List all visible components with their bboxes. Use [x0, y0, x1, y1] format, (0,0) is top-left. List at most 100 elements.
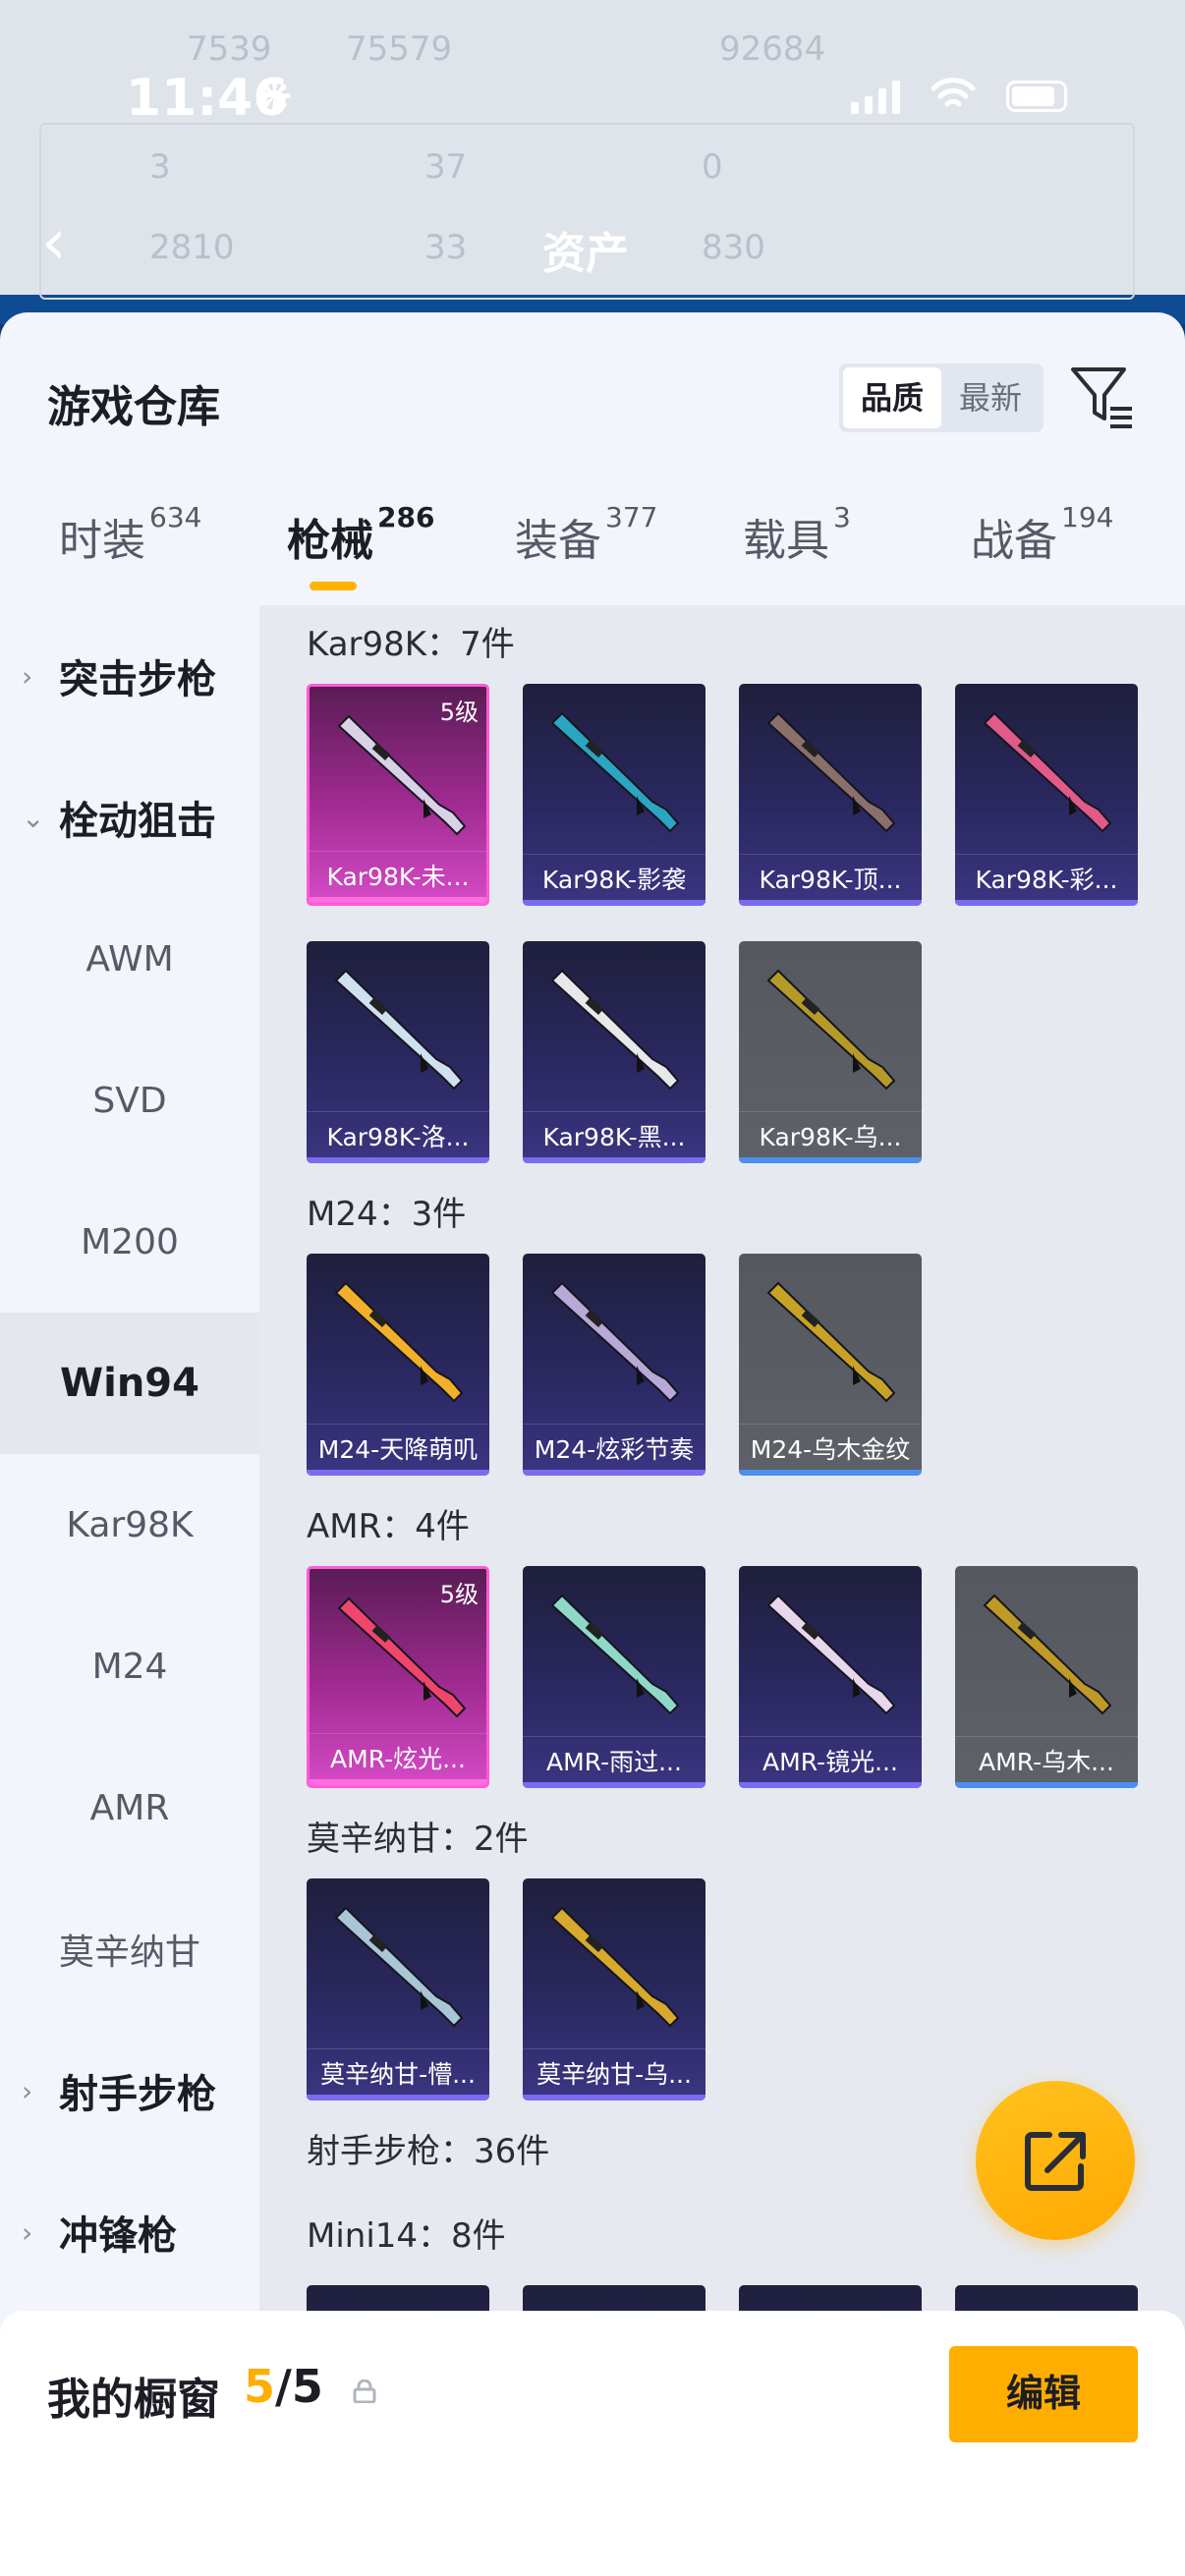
rarity-bar — [739, 1782, 922, 1788]
tab-guns[interactable]: 枪械 286 — [287, 501, 434, 568]
showcase-label: 我的橱窗 — [47, 2375, 220, 2425]
nav-label: 冲锋枪 — [59, 2213, 177, 2259]
rarity-bar — [310, 1779, 486, 1785]
background-header: 7539 75579 92684 3 37 0 2810 33 830 ‹ 资产… — [0, 0, 1185, 324]
item-name: 莫辛纳甘-懵... — [320, 2060, 476, 2089]
item-card[interactable]: 莫辛纳甘-懵... — [307, 1878, 489, 2100]
paw-icon: ❋ — [257, 73, 293, 121]
nav-group-smg[interactable]: › 冲锋枪 — [0, 2161, 259, 2303]
rarity-bar — [739, 900, 922, 906]
tab-vehicles[interactable]: 载具 3 — [743, 501, 851, 568]
tab-count: 377 — [605, 501, 658, 533]
tab-count: 194 — [1061, 501, 1114, 533]
showcase-count-total: /5 — [275, 2360, 323, 2413]
item-card[interactable]: AMR-镜光... — [739, 1566, 922, 1788]
share-fab-button[interactable] — [976, 2081, 1135, 2240]
rifle-icon — [337, 714, 467, 836]
level-badge: 5级 — [439, 1581, 479, 1608]
rifle-icon — [334, 1906, 464, 2028]
signal-icon — [851, 79, 900, 114]
rifle-icon — [550, 969, 680, 1091]
card-divider — [955, 854, 1138, 855]
filter-icon[interactable] — [1069, 364, 1134, 432]
nav-group-assault-rifles[interactable]: › 突击步枪 — [0, 605, 259, 747]
nav-item-svd[interactable]: SVD — [0, 1030, 259, 1171]
item-card[interactable]: M24-天降萌叽 — [307, 1254, 489, 1476]
bg-stat: 2810 — [149, 228, 235, 267]
item-name: Kar98K-影袭 — [541, 866, 687, 894]
nav-item-m24[interactable]: M24 — [0, 1596, 259, 1737]
item-card[interactable]: M24-乌木金纹 — [739, 1254, 922, 1476]
nav-item-awm[interactable]: AWM — [0, 888, 259, 1030]
edit-button[interactable]: 编辑 — [949, 2346, 1138, 2442]
tab-label: 战备 — [971, 516, 1057, 566]
rarity-bar — [523, 1470, 705, 1476]
rifle-icon — [983, 1594, 1112, 1715]
rarity-bar — [523, 1782, 705, 1788]
sort-newest-button[interactable]: 最新 — [941, 367, 1040, 428]
sort-quality-button[interactable]: 品质 — [843, 367, 941, 428]
card-divider — [955, 1736, 1138, 1737]
item-card[interactable]: Kar98K-影袭 — [523, 684, 705, 906]
rarity-bar — [523, 900, 705, 906]
sort-toggle: 品质 最新 — [839, 364, 1044, 432]
status-icons — [851, 77, 1067, 116]
nav-group-marksman[interactable]: › 射手步枪 — [0, 2020, 259, 2161]
rifle-icon — [334, 969, 464, 1091]
item-card[interactable]: Kar98K-顶... — [739, 684, 922, 906]
rifle-icon — [550, 711, 680, 833]
tab-supplies[interactable]: 战备 194 — [971, 501, 1113, 568]
item-card[interactable]: Kar98K-乌... — [739, 941, 922, 1163]
item-card[interactable]: AMR-炫光... 5级 — [307, 1566, 489, 1788]
nav-item-kar98k[interactable]: Kar98K — [0, 1454, 259, 1596]
rarity-bar — [307, 1470, 489, 1476]
item-card[interactable]: M24-炫彩节奏 — [523, 1254, 705, 1476]
card-divider — [310, 1733, 486, 1734]
back-arrow-icon[interactable]: ‹ — [41, 206, 67, 279]
item-name: M24-乌木金纹 — [750, 1435, 911, 1464]
rarity-bar — [739, 1157, 922, 1163]
section-title-mosin: 莫辛纳甘：2件 — [307, 1820, 529, 1859]
tab-equipment[interactable]: 装备 377 — [515, 501, 657, 568]
rarity-bar — [955, 900, 1138, 906]
item-card[interactable]: Kar98K-未... 5级 — [307, 684, 489, 906]
card-divider — [739, 854, 922, 855]
level-badge: 5级 — [439, 699, 479, 726]
tab-fashion[interactable]: 时装 634 — [59, 501, 201, 568]
card-divider — [739, 1424, 922, 1425]
rifle-icon — [550, 1906, 680, 2028]
bg-stat: 92684 — [719, 29, 826, 69]
nav-label: 栓动狙击 — [59, 799, 216, 844]
category-heading-marksman: 射手步枪：36件 — [307, 2132, 550, 2171]
nav-item-m200[interactable]: M200 — [0, 1171, 259, 1313]
weapon-type-nav: › 突击步枪 ⌄ 栓动狙击 AWM SVD M200 Win94 Kar98K M2… — [0, 605, 259, 2334]
item-card[interactable]: AMR-乌木... — [955, 1566, 1138, 1788]
chevron-right-icon: › — [22, 2074, 33, 2107]
item-card[interactable]: Kar98K-黑... — [523, 941, 705, 1163]
wifi-icon — [930, 77, 977, 116]
showcase-bar: 我的橱窗 5/5 编辑 — [0, 2311, 1185, 2576]
bg-stat: 0 — [702, 147, 723, 187]
bg-stat: 75579 — [346, 29, 453, 69]
item-card[interactable]: 莫辛纳甘-乌... — [523, 1878, 705, 2100]
nav-item-amr[interactable]: AMR — [0, 1737, 259, 1878]
item-name: AMR-雨过... — [546, 1748, 682, 1776]
card-divider — [739, 1111, 922, 1112]
bg-stat: 37 — [424, 147, 468, 187]
item-grid: Kar98K：7件 M24：3件 AMR：4件 莫辛纳甘：2件 射手步枪：36件… — [259, 605, 1185, 2334]
nav-item-mosin[interactable]: 莫辛纳甘 — [0, 1878, 259, 2020]
card-divider — [523, 2048, 705, 2049]
item-card[interactable]: Kar98K-洛... — [307, 941, 489, 1163]
nav-group-bolt-action[interactable]: ⌄ 栓动狙击 — [0, 747, 259, 888]
nav-item-win94[interactable]: Win94 — [0, 1313, 259, 1454]
rarity-bar — [955, 1782, 1138, 1788]
rarity-bar — [307, 2095, 489, 2100]
card-divider — [523, 1111, 705, 1112]
bg-stat: 830 — [702, 228, 765, 267]
warehouse-sheet: 游戏仓库 品质 最新 时装 634 枪械 286 装备 377 载具 3 战备 194 ›… — [0, 312, 1185, 2576]
item-card[interactable]: AMR-雨过... — [523, 1566, 705, 1788]
lock-icon — [353, 2380, 376, 2403]
tab-label: 枪械 — [287, 516, 373, 566]
item-card[interactable]: Kar98K-彩... — [955, 684, 1138, 906]
rifle-icon — [550, 1594, 680, 1715]
